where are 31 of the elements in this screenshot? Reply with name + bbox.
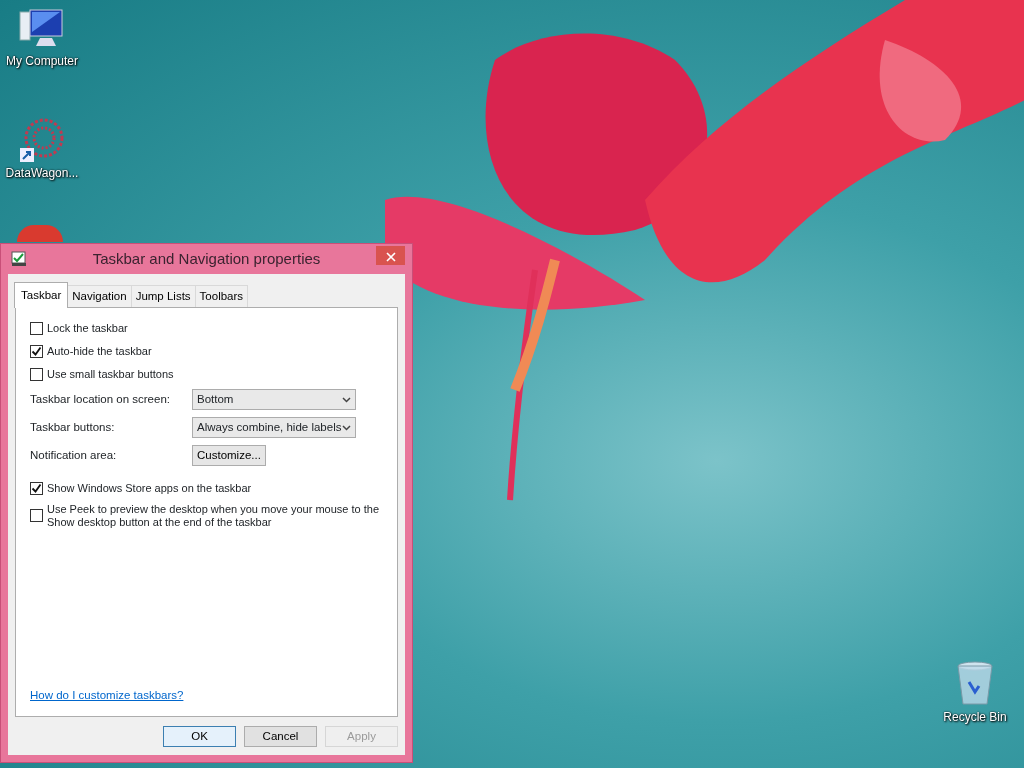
field-label: Taskbar location on screen: — [30, 392, 171, 408]
chevron-down-icon — [342, 396, 351, 403]
recycle-bin-icon — [955, 660, 995, 708]
dropdown[interactable]: Bottom — [192, 389, 356, 411]
close-icon — [385, 251, 396, 262]
checkbox[interactable] — [30, 509, 43, 523]
checkbox[interactable] — [30, 321, 43, 335]
network-graphic-icon — [18, 118, 66, 164]
checkbox[interactable] — [30, 481, 43, 495]
checkbox-label: Show Windows Store apps on the taskbar — [47, 481, 252, 495]
close-button[interactable] — [376, 246, 405, 265]
checkbox-label: Use Peek to preview the desktop when you move your mouse to the Show desktop button at the end of the taskbar — [47, 503, 379, 529]
desktop-icon-label[interactable]: My Computer — [6, 52, 78, 70]
window-title: Taskbar and Navigation properties — [92, 248, 321, 269]
checkbox-label: Lock the taskbar — [47, 321, 128, 335]
checkbox[interactable] — [30, 344, 43, 358]
dialog-button[interactable]: Cancel — [244, 726, 317, 747]
field-label: Taskbar buttons: — [30, 420, 116, 436]
tab[interactable]: Toolbars — [194, 285, 249, 308]
tab[interactable]: Taskbar — [14, 282, 69, 309]
checkbox[interactable] — [30, 367, 43, 381]
help-link[interactable]: How do I customize taskbars? — [30, 686, 184, 704]
app-check-icon — [11, 251, 27, 267]
dialog-button[interactable]: OK — [163, 726, 236, 747]
checkbox-label: Use small taskbar buttons — [47, 367, 174, 381]
chevron-down-icon — [342, 424, 351, 431]
checkbox-label: Auto-hide the taskbar — [47, 344, 152, 358]
customize-button[interactable]: Customize... — [192, 445, 266, 467]
field-label: Notification area: — [30, 448, 118, 464]
dropdown[interactable]: Always combine, hide labels — [192, 417, 356, 439]
desktop-icon-label[interactable]: DataWagon... — [5, 164, 79, 182]
